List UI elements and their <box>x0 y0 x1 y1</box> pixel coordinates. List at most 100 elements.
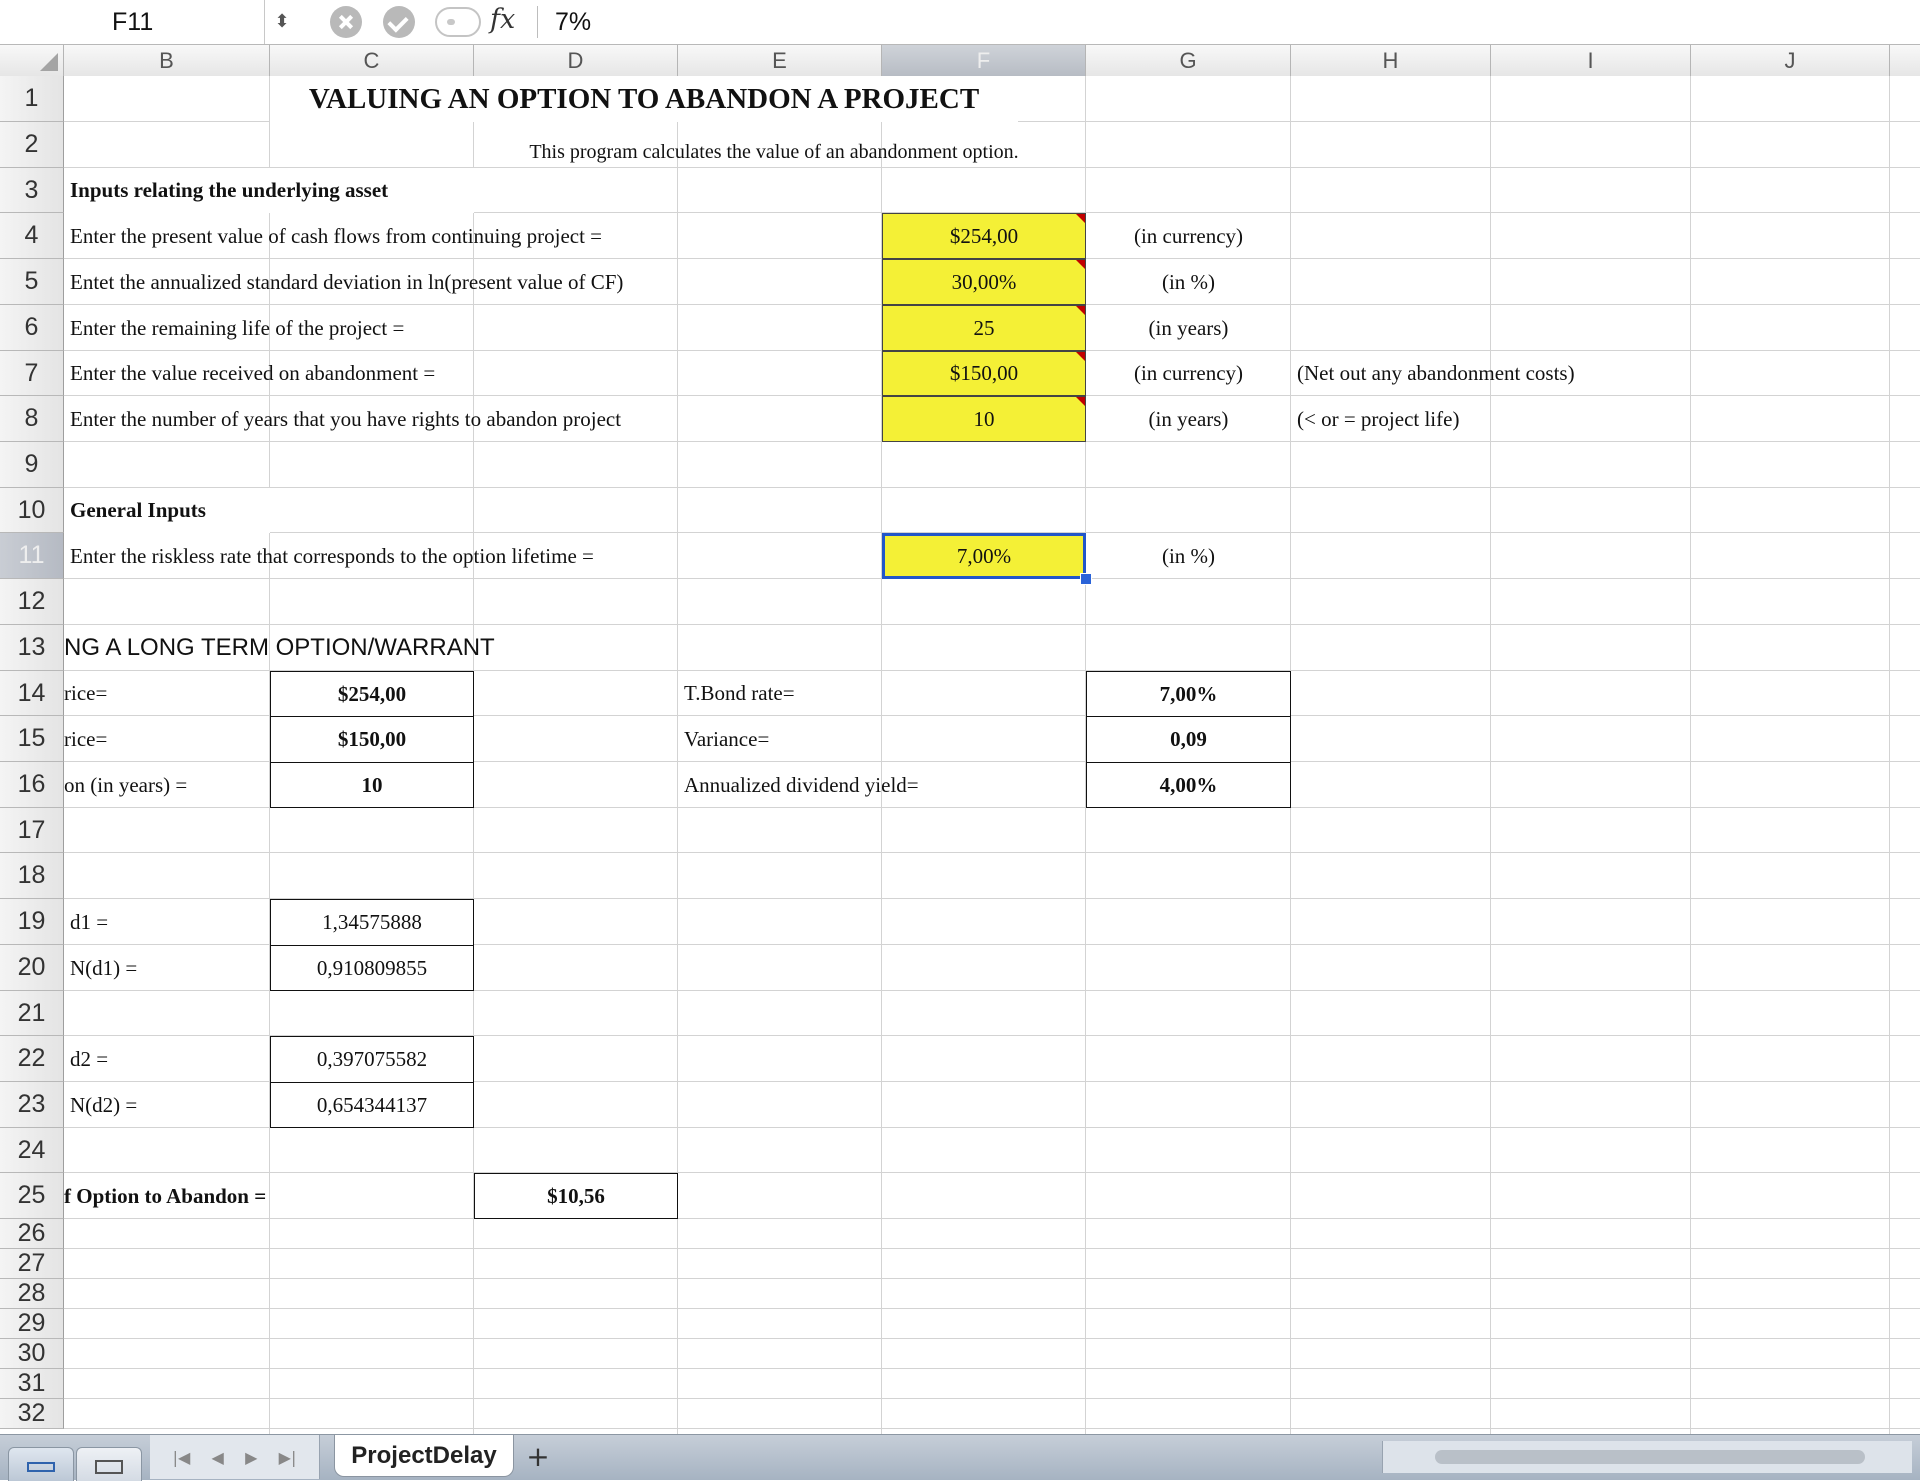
insert-function-toggle[interactable] <box>435 7 481 37</box>
row-header[interactable]: 3 <box>0 168 64 213</box>
row-header[interactable]: 24 <box>0 1128 64 1173</box>
nd2-label[interactable]: N(d2) = <box>64 1082 137 1128</box>
unit-label[interactable]: (in %) <box>1086 533 1291 579</box>
d1-label[interactable]: d1 = <box>64 899 108 945</box>
cancel-edit-button[interactable] <box>330 6 362 38</box>
d1-value[interactable]: 1,34575888 <box>270 899 474 946</box>
row-header[interactable]: 23 <box>0 1082 64 1128</box>
variance-value[interactable]: 0,09 <box>1086 716 1291 763</box>
general-inputs-header[interactable]: General Inputs <box>64 488 270 533</box>
row-header[interactable]: 21 <box>0 991 64 1036</box>
nd2-value[interactable]: 0,654344137 <box>270 1082 474 1128</box>
horizontal-scrollbar[interactable] <box>1382 1441 1912 1473</box>
unit-label[interactable]: (in %) <box>1086 259 1291 305</box>
row-header[interactable]: 29 <box>0 1309 64 1339</box>
column-header-f[interactable]: F <box>882 45 1086 76</box>
dividend-yield-label[interactable]: Annualized dividend yield= <box>678 762 919 808</box>
select-all-corner[interactable] <box>0 45 64 76</box>
inputs-section-header[interactable]: Inputs relating the underlying asset <box>64 168 474 213</box>
first-sheet-icon[interactable]: |◀ <box>173 1448 191 1467</box>
variance-label[interactable]: Variance= <box>678 716 769 762</box>
scrollbar-thumb[interactable] <box>1435 1450 1865 1464</box>
row-header[interactable]: 10 <box>0 488 64 533</box>
d2-value[interactable]: 0,397075582 <box>270 1036 474 1083</box>
worksheet-grid[interactable]: 1 2 3 4 5 6 7 8 9 10 11 12 13 14 15 16 1… <box>0 76 1920 1434</box>
column-header-g[interactable]: G <box>1086 45 1291 76</box>
nd1-value[interactable]: 0,910809855 <box>270 945 474 991</box>
input-cell-pv[interactable]: $254,00 <box>882 213 1086 259</box>
input-cell-stddev[interactable]: 30,00% <box>882 259 1086 305</box>
row-header[interactable]: 20 <box>0 945 64 991</box>
stock-price-value[interactable]: $254,00 <box>270 671 474 717</box>
row-header[interactable]: 13 <box>0 625 64 671</box>
unit-label[interactable]: (in currency) <box>1086 351 1291 396</box>
fx-icon[interactable]: fx <box>490 0 515 44</box>
input-label-stddev[interactable]: Entet the annualized standard deviation … <box>64 259 623 305</box>
formula-input[interactable]: 7% <box>555 0 591 44</box>
input-label-abandon-value[interactable]: Enter the value received on abandonment … <box>64 351 435 396</box>
normal-view-button[interactable] <box>8 1447 74 1481</box>
column-header-e[interactable]: E <box>678 45 882 76</box>
row-header[interactable]: 9 <box>0 442 64 488</box>
row-header[interactable]: 7 <box>0 351 64 396</box>
column-header-i[interactable]: I <box>1491 45 1691 76</box>
name-box-stepper-icon[interactable]: ⬍ <box>268 8 296 36</box>
page-layout-view-button[interactable] <box>76 1447 142 1481</box>
row-header[interactable]: 28 <box>0 1279 64 1309</box>
input-cell-abandon-value[interactable]: $150,00 <box>882 351 1086 396</box>
sheet-subtitle[interactable]: This program calculates the value of an … <box>270 122 1278 168</box>
row-header[interactable]: 1 <box>0 76 64 122</box>
strike-price-label[interactable]: rice= <box>64 716 270 762</box>
row-header[interactable]: 22 <box>0 1036 64 1082</box>
riskless-rate-input[interactable]: 7,00% <box>882 533 1086 579</box>
row-header[interactable]: 18 <box>0 853 64 899</box>
row-header[interactable]: 5 <box>0 259 64 305</box>
row-header[interactable]: 6 <box>0 305 64 351</box>
note-project-life[interactable]: (< or = project life) <box>1291 396 1459 442</box>
row-header[interactable]: 19 <box>0 899 64 945</box>
row-header[interactable]: 31 <box>0 1369 64 1399</box>
input-label-life[interactable]: Enter the remaining life of the project … <box>64 305 404 351</box>
unit-label[interactable]: (in years) <box>1086 396 1291 442</box>
row-header[interactable]: 30 <box>0 1339 64 1369</box>
row-header[interactable]: 2 <box>0 122 64 168</box>
add-sheet-button[interactable]: + <box>518 1439 558 1473</box>
next-sheet-icon[interactable]: ▶ <box>245 1448 257 1467</box>
column-header-c[interactable]: C <box>270 45 474 76</box>
row-header[interactable]: 4 <box>0 213 64 259</box>
expiration-value[interactable]: 10 <box>270 762 474 808</box>
row-header[interactable]: 25 <box>0 1173 64 1219</box>
row-header[interactable]: 16 <box>0 762 64 808</box>
input-cell-life[interactable]: 25 <box>882 305 1086 351</box>
option-value-label[interactable]: f Option to Abandon = <box>64 1173 474 1219</box>
expiration-label[interactable]: on (in years) = <box>64 762 270 808</box>
name-box[interactable]: F11 <box>0 0 265 44</box>
sheet-title[interactable]: VALUING AN OPTION TO ABANDON A PROJECT <box>270 76 1018 122</box>
unit-label[interactable]: (in years) <box>1086 305 1291 351</box>
column-header-b[interactable]: B <box>64 45 270 76</box>
tbond-rate-label[interactable]: T.Bond rate= <box>678 671 795 716</box>
column-header-h[interactable]: H <box>1291 45 1491 76</box>
column-header-d[interactable]: D <box>474 45 678 76</box>
input-label-pv[interactable]: Enter the present value of cash flows fr… <box>64 213 602 259</box>
row-header[interactable]: 11 <box>0 533 64 579</box>
last-sheet-icon[interactable]: ▶| <box>279 1448 297 1467</box>
unit-label[interactable]: (in currency) <box>1086 213 1291 259</box>
previous-sheet-icon[interactable]: ◀ <box>212 1448 224 1467</box>
input-cell-abandon-years[interactable]: 10 <box>882 396 1086 442</box>
row-header[interactable]: 8 <box>0 396 64 442</box>
strike-price-value[interactable]: $150,00 <box>270 716 474 763</box>
row-header[interactable]: 32 <box>0 1399 64 1429</box>
riskless-rate-label[interactable]: Enter the riskless rate that corresponds… <box>64 533 594 579</box>
row-header[interactable]: 15 <box>0 716 64 762</box>
stock-price-label[interactable]: rice= <box>64 671 270 716</box>
row-header[interactable]: 27 <box>0 1249 64 1279</box>
sheet-tab-projectdelay[interactable]: ProjectDelay <box>334 1435 514 1477</box>
d2-label[interactable]: d2 = <box>64 1036 108 1082</box>
note-abandonment-costs[interactable]: (Net out any abandonment costs) <box>1291 351 1575 396</box>
row-header[interactable]: 14 <box>0 671 64 716</box>
tbond-rate-value[interactable]: 7,00% <box>1086 671 1291 717</box>
confirm-edit-button[interactable] <box>383 6 415 38</box>
row-header[interactable]: 26 <box>0 1219 64 1249</box>
column-header-j[interactable]: J <box>1691 45 1890 76</box>
